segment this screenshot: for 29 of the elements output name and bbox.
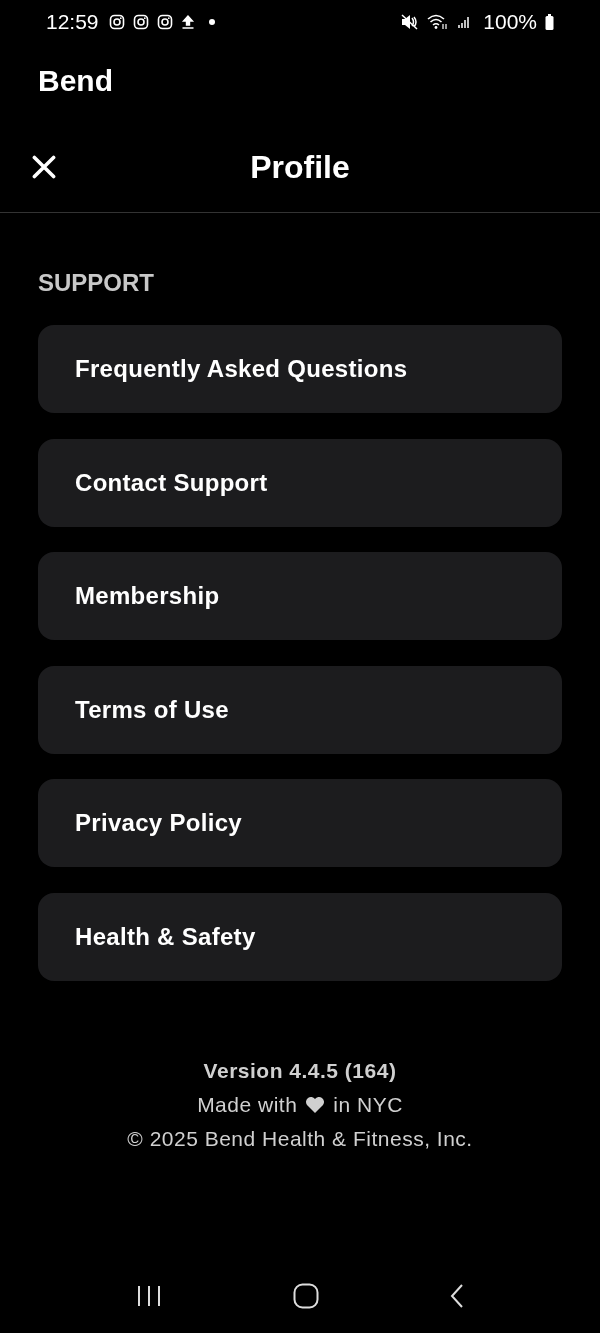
dot-icon [208, 19, 215, 25]
menu-item[interactable]: Contact Support [38, 438, 562, 527]
camera-icon [108, 14, 125, 30]
location-text: in NYC [333, 1092, 403, 1117]
home-icon[interactable] [293, 1283, 319, 1309]
upload-icon [180, 14, 195, 30]
menu-item[interactable]: Health & Safety [38, 892, 562, 981]
section-title: SUPPORT [37, 268, 155, 298]
recent-apps-icon[interactable] [135, 1284, 162, 1308]
status-time: 12:59 [46, 10, 99, 34]
mute-icon [401, 14, 420, 30]
battery-level: 100% [483, 10, 537, 34]
menu-item[interactable]: Membership [38, 552, 562, 640]
signal-icon [457, 15, 472, 29]
version-text: Version 4.4.5 (164) [203, 1058, 397, 1083]
menu-item[interactable]: Frequently Asked Questions [38, 325, 562, 413]
close-button[interactable] [32, 155, 56, 179]
made-with-text: Made with [197, 1092, 298, 1117]
back-icon[interactable] [450, 1283, 465, 1309]
copyright-text: © 2025 Bend Health & Fitness, Inc. [127, 1126, 473, 1151]
battery-icon [545, 14, 554, 30]
camera-icon [156, 14, 173, 30]
app-name: Bend [37, 63, 114, 99]
menu-item[interactable]: Terms of Use [38, 665, 562, 754]
page-title: Profile [250, 148, 350, 186]
heart-icon [305, 1095, 326, 1114]
camera-icon [132, 14, 149, 30]
wifi-icon [427, 14, 450, 30]
menu-item[interactable]: Privacy Policy [38, 779, 562, 867]
